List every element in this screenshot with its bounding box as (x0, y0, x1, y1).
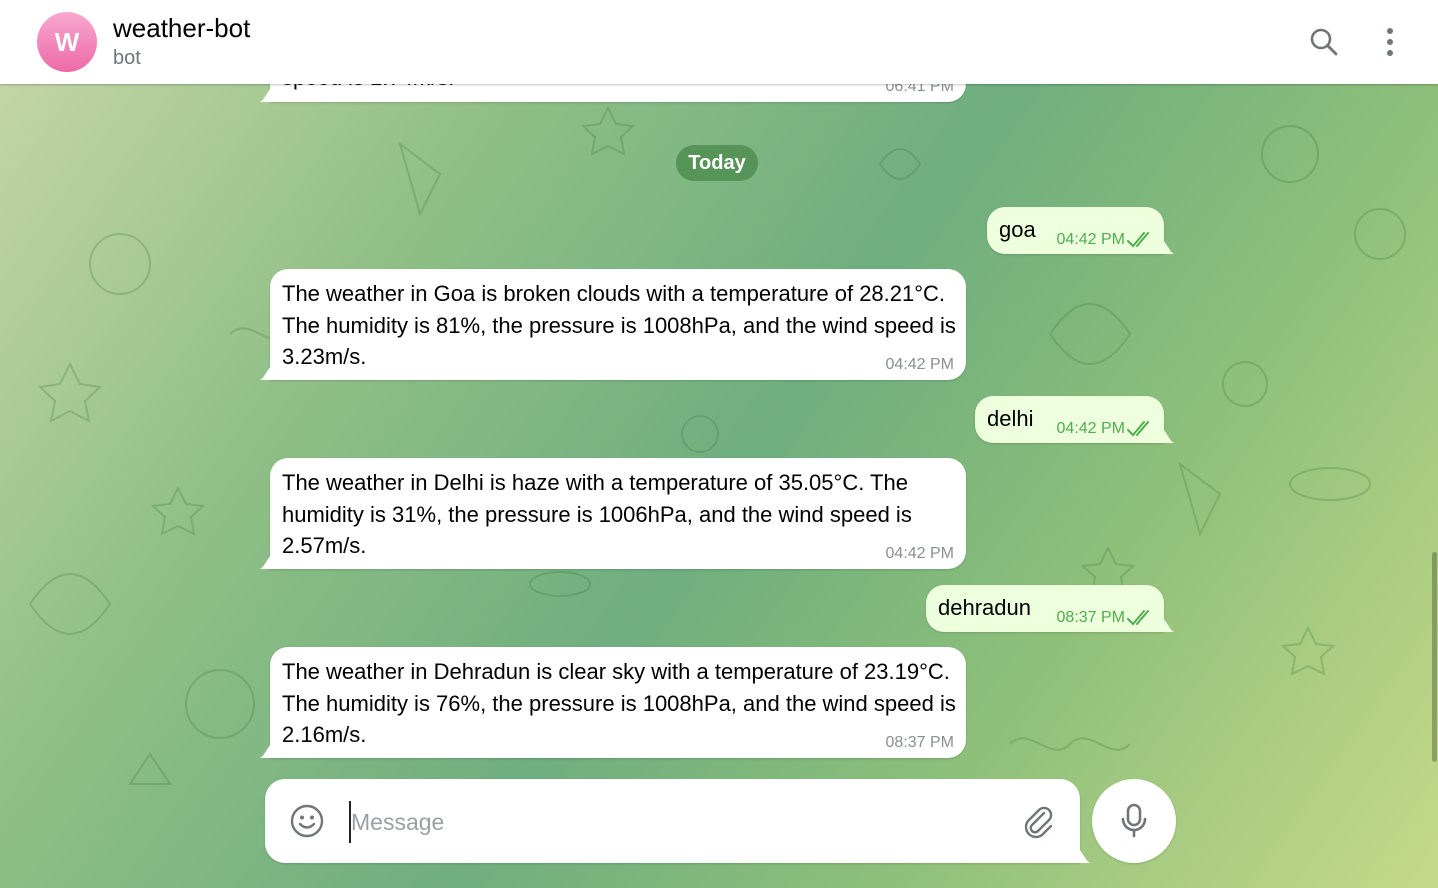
double-check-icon (1127, 610, 1149, 626)
message-meta: 04:42 PM (1057, 231, 1154, 249)
date-separator: Today (676, 145, 758, 181)
message-time: 04:42 PM (1056, 420, 1125, 437)
emoji-icon[interactable] (289, 803, 325, 839)
avatar-letter: W (54, 26, 80, 57)
message-outgoing[interactable]: goa 04:42 PM (987, 207, 1164, 254)
chat-title[interactable]: weather-bot (113, 13, 250, 44)
message-text: The weather in Dehradun is clear sky wit… (282, 659, 956, 747)
message-text: The weather in Goa is broken clouds with… (282, 281, 956, 369)
avatar[interactable]: W (37, 12, 97, 72)
message-time: 04:42 PM (1056, 231, 1125, 248)
message-text: goa (999, 217, 1036, 242)
voice-record-button[interactable] (1092, 779, 1176, 863)
message-incoming[interactable]: The weather in Delhi is haze with a temp… (270, 458, 966, 569)
double-check-icon (1127, 232, 1149, 248)
more-button[interactable] (1368, 20, 1412, 64)
more-vertical-icon (1387, 28, 1393, 56)
message-time: 04:42 PM (885, 356, 954, 373)
message-time: 08:37 PM (1056, 609, 1125, 626)
message-meta: 04:42 PM (1057, 420, 1154, 438)
message-outgoing[interactable]: delhi 04:42 PM (975, 396, 1164, 443)
paperclip-icon[interactable] (1020, 803, 1056, 839)
search-icon (1310, 28, 1338, 56)
message-outgoing[interactable]: dehradun 08:37 PM (926, 585, 1164, 632)
chat-header: W weather-bot bot (0, 0, 1438, 84)
message-text: The weather in Delhi is haze with a temp… (282, 470, 912, 558)
microphone-icon (1121, 803, 1147, 838)
scrollbar[interactable] (1432, 552, 1437, 762)
message-text: delhi (987, 406, 1034, 431)
message-time: 08:37 PM (885, 734, 954, 751)
message-incoming[interactable]: The weather in Dehradun is clear sky wit… (270, 647, 966, 758)
message-time: 04:42 PM (885, 545, 954, 562)
message-incoming[interactable]: The weather in Goa is broken clouds with… (270, 269, 966, 380)
message-composer (265, 779, 1080, 863)
message-meta: 08:37 PM (1057, 609, 1154, 627)
search-button[interactable] (1302, 20, 1346, 64)
message-text: dehradun (938, 595, 1031, 620)
message-input[interactable] (349, 801, 1013, 843)
double-check-icon (1127, 421, 1149, 437)
chat-subtitle: bot (113, 47, 141, 69)
